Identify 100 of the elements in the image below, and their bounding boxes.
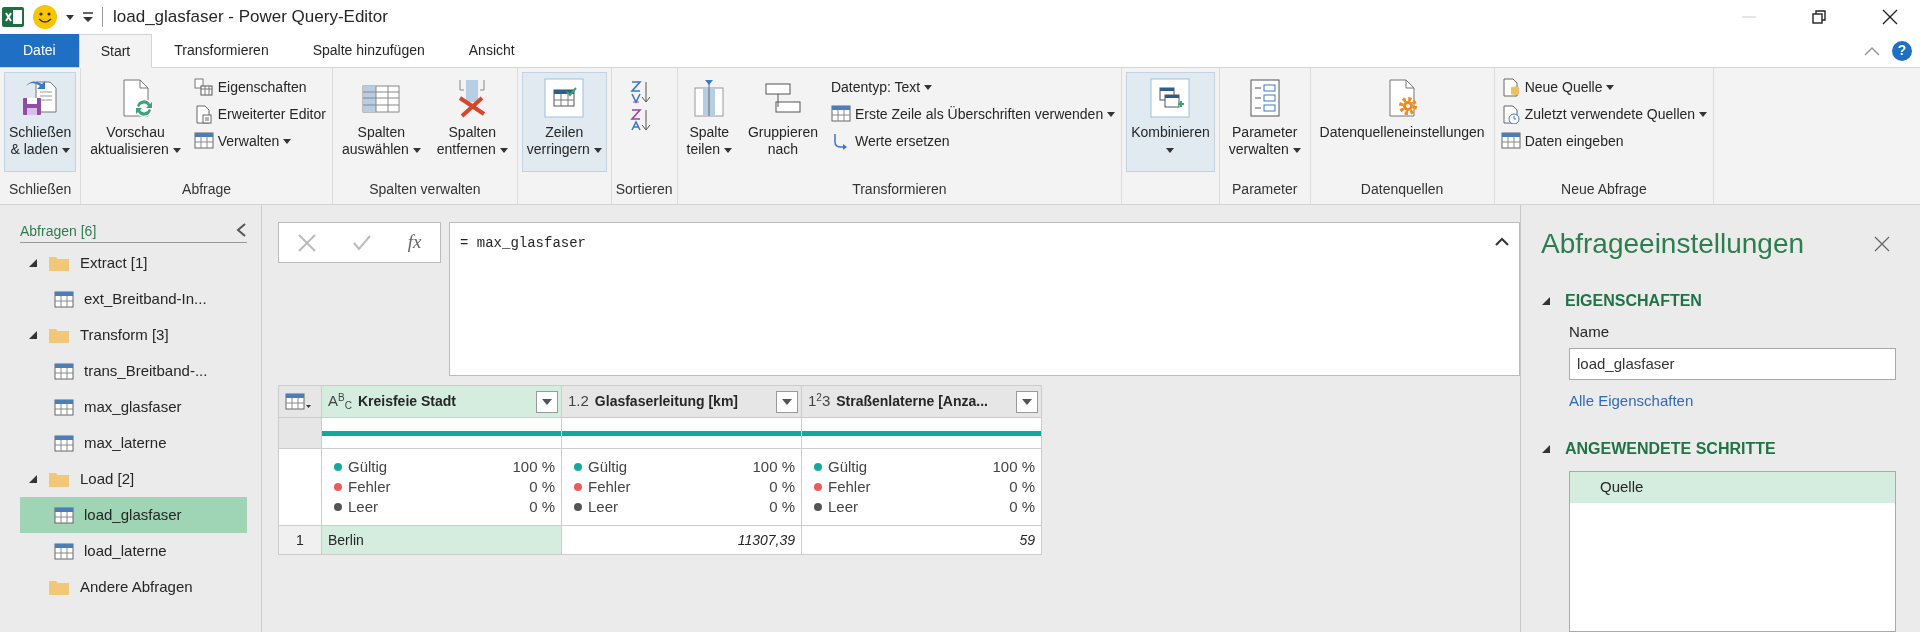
table-icon (193, 132, 214, 151)
group-label: Transformieren (851, 180, 948, 199)
customize-icon[interactable] (82, 11, 94, 23)
help-button[interactable]: ? (1892, 40, 1912, 61)
ribbon-button[interactable]: Parameter verwalten (1223, 72, 1306, 172)
column-header[interactable]: 1$^{2}$3 Straßenlaterne [Anza... (801, 385, 1042, 418)
stat-label: Leer (588, 496, 619, 517)
column-header[interactable]: A$^{B}$$_{C}$ Kreisfeie Stadt (321, 385, 562, 418)
folder-item[interactable]: Transform [3] (20, 317, 247, 353)
ribbon-button[interactable]: Vorschau aktualisieren (85, 72, 186, 172)
table-icon (830, 105, 851, 124)
function-button[interactable]: fx (407, 228, 422, 257)
properties-link[interactable]: Alle Eigenschaften (1569, 390, 1694, 413)
ribbon-button[interactable]: Datenquelleneinstellungen (1314, 72, 1490, 172)
folder-icon (48, 578, 70, 596)
folder-item[interactable]: Andere Abfragen (20, 569, 247, 605)
ribbon-button[interactable]: Kombinieren (1126, 72, 1215, 172)
ribbon-button[interactable]: Zeilen verringern (521, 72, 607, 172)
table-check-icon (544, 78, 585, 118)
folder-item[interactable]: Load [2] (20, 461, 247, 497)
query-item[interactable]: max_glasfaser (20, 389, 247, 425)
restore-icon[interactable] (1812, 10, 1826, 24)
stat-label: Fehler (828, 476, 871, 497)
ribbon-tab[interactable]: Start (78, 34, 153, 68)
stat-label: Gültig (588, 456, 628, 477)
column-header[interactable]: 1.2 Glasfaserleitung [km] (561, 385, 802, 418)
ribbon-tab[interactable]: Datei (0, 34, 79, 67)
ribbon-button[interactable]: Spalte teilen (681, 72, 737, 172)
ribbon-button[interactable]: Neue Quelle (1498, 76, 1710, 99)
group-label: Schließen (8, 180, 73, 199)
caret-icon (66, 14, 74, 20)
ribbon-button[interactable]: Daten eingeben (1498, 130, 1710, 153)
close-icon[interactable] (1882, 9, 1898, 25)
ribbon-button[interactable]: Eigenschaften (191, 76, 328, 99)
collapse-ribbon-icon[interactable] (1864, 45, 1880, 56)
ribbon-button[interactable]: Zuletzt verwendete Quellen (1498, 103, 1710, 126)
type-label[interactable]: 1$^{2}$3 (808, 390, 831, 413)
expanded-icon[interactable] (28, 474, 38, 484)
expanded-icon[interactable] (1541, 443, 1551, 454)
ribbon-button[interactable]: Werte ersetzen (828, 130, 1118, 153)
stat-label: Leer (348, 496, 379, 517)
combine-icon (1150, 78, 1191, 118)
query-item[interactable]: max_laterne (20, 425, 247, 461)
step-item[interactable]: Quelle (1570, 471, 1895, 503)
caret-icon (1022, 398, 1032, 405)
stat-value: 100 % (752, 456, 795, 477)
expanded-icon[interactable] (28, 330, 38, 340)
pane-title: Abfrageeinstellungen (1541, 227, 1805, 261)
query-item[interactable]: load_glasfaser (20, 497, 247, 533)
ribbon-button[interactable]: Gruppieren nach (742, 72, 823, 172)
pane-title: Abfragen [6] (20, 222, 97, 241)
sort-ascending-icon[interactable] (629, 80, 652, 104)
stat-value: 100 % (992, 456, 1035, 477)
ribbon-button[interactable]: Verwalten (191, 130, 328, 153)
window-title: load_glasfaser - Power Query-Editor (102, 7, 388, 27)
caret-icon (782, 398, 792, 405)
ribbon-button[interactable]: Erweiterter Editor (191, 103, 328, 126)
group-label: Neue Abfrage (1560, 180, 1648, 199)
stat-value: 0 % (769, 496, 795, 517)
stat-value: 0 % (769, 476, 795, 497)
caret-icon (542, 398, 552, 405)
expanded-icon[interactable] (1541, 296, 1551, 306)
query-item[interactable]: load_laterne (20, 533, 247, 569)
filter-dropdown[interactable] (1016, 390, 1038, 413)
stat-value: 0 % (529, 496, 555, 517)
section-title: EIGENSCHAFTEN (1565, 291, 1702, 311)
stat-label: Leer (828, 496, 859, 517)
filter-dropdown[interactable] (776, 390, 798, 413)
section-title: ANGEWENDETE SCHRITTE (1565, 438, 1776, 459)
spreadsheet-app-icon[interactable] (2, 6, 24, 28)
expanded-icon[interactable] (28, 258, 38, 268)
query-item[interactable]: ext_Breitband-In... (20, 281, 247, 317)
database-document-icon (1500, 78, 1521, 97)
name-field[interactable]: load_glasfaser (1569, 347, 1896, 380)
filter-dropdown[interactable] (536, 390, 558, 413)
row-number: 1 (278, 525, 322, 555)
stat-value: 0 % (1009, 476, 1035, 497)
formula-field[interactable]: = max_glasfaser (449, 222, 1520, 376)
table-icon (54, 290, 74, 308)
document-icon (193, 105, 214, 124)
sort-descending-icon[interactable] (629, 108, 652, 132)
type-label[interactable]: 1.2 (568, 390, 589, 413)
table-icon (54, 434, 74, 452)
table-menu-icon[interactable] (285, 392, 311, 411)
ribbon-button[interactable]: Schließen & laden (4, 72, 77, 172)
table-icon (54, 398, 74, 416)
ribbon-button[interactable]: Datentyp: Text (828, 76, 1118, 99)
properties-icon (193, 78, 214, 97)
collapse-icon[interactable] (235, 221, 247, 238)
ribbon-button[interactable]: Spalten auswählen (336, 72, 426, 172)
folder-icon (48, 470, 70, 488)
stat-label: Gültig (828, 456, 868, 477)
expand-icon[interactable] (1495, 237, 1509, 247)
ribbon-button[interactable]: Spalten entfernen (431, 72, 513, 172)
query-item[interactable]: trans_Breitband-... (20, 353, 247, 389)
ribbon-button[interactable]: Erste Zeile als Überschriften verwenden (828, 103, 1118, 126)
field-label: Name (1569, 322, 1610, 342)
folder-icon (48, 254, 70, 272)
folder-item[interactable]: Extract [1] (20, 245, 247, 281)
smiley-icon[interactable] (32, 4, 58, 30)
